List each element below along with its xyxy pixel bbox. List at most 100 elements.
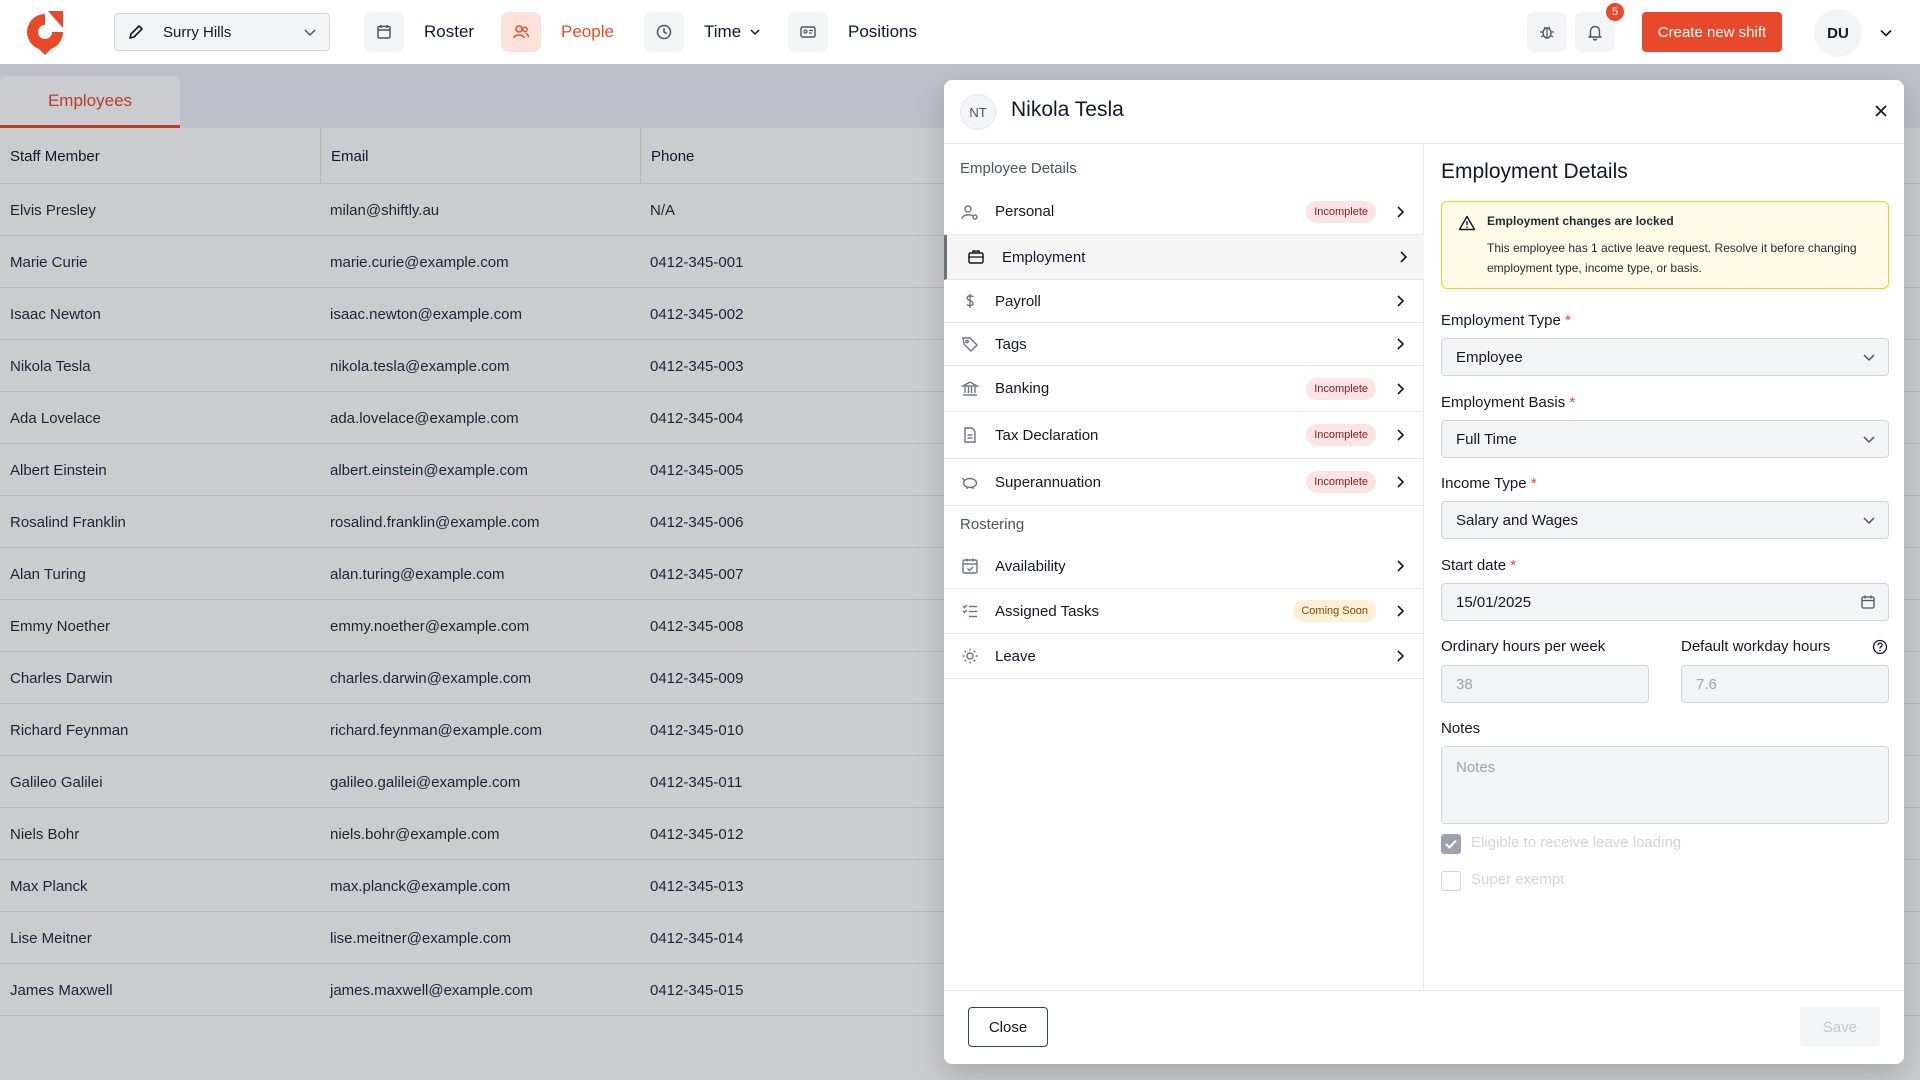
bug-icon bbox=[1540, 26, 1554, 39]
chevron-right-icon bbox=[1397, 205, 1405, 218]
calendar-icon bbox=[377, 25, 391, 39]
income-type-value: Salary and Wages bbox=[1456, 511, 1579, 529]
close-button[interactable]: Close bbox=[968, 1007, 1048, 1047]
bank-icon bbox=[960, 380, 980, 396]
people-icon bbox=[513, 25, 530, 39]
menu-item-assigned-tasks[interactable]: Assigned Tasks Coming Soon bbox=[944, 589, 1424, 634]
bug-report-button[interactable] bbox=[1527, 12, 1567, 52]
chevron-down-icon bbox=[1863, 436, 1875, 444]
income-type-select[interactable]: Salary and Wages bbox=[1441, 501, 1889, 539]
menu-item-banking[interactable]: Banking Incomplete bbox=[944, 366, 1424, 412]
chevron-right-icon bbox=[1397, 295, 1405, 307]
menu-item-employment[interactable]: Employment bbox=[944, 235, 1424, 280]
id-card-icon bbox=[800, 26, 816, 38]
menu-item-label: Tax Declaration bbox=[995, 426, 1099, 444]
menu-item-personal[interactable]: Personal Incomplete bbox=[944, 189, 1424, 235]
chevron-right-icon bbox=[1397, 429, 1405, 441]
check-icon bbox=[1445, 839, 1457, 849]
menu-item-payroll[interactable]: Payroll bbox=[944, 280, 1424, 323]
employee-details-heading: Employee Details bbox=[960, 160, 1077, 177]
chevron-right-icon bbox=[1397, 476, 1405, 488]
tag-icon bbox=[962, 337, 978, 352]
start-date-value: 15/01/2025 bbox=[1456, 593, 1532, 611]
nav-people[interactable]: People bbox=[501, 12, 614, 52]
menu-item-label: Personal bbox=[995, 203, 1055, 220]
chevron-right-icon bbox=[1400, 251, 1408, 263]
calendar-check-icon bbox=[962, 558, 978, 574]
super-exempt-checkbox[interactable] bbox=[1441, 871, 1461, 891]
menu-item-superannuation[interactable]: Superannuation Incomplete bbox=[944, 459, 1424, 506]
menu-item-leave[interactable]: Leave bbox=[944, 634, 1424, 679]
chevron-down-icon bbox=[304, 29, 316, 37]
ordinary-hours-input[interactable]: 38 bbox=[1441, 665, 1649, 703]
nav-positions-label: Positions bbox=[848, 22, 917, 41]
logo-icon[interactable] bbox=[24, 8, 66, 56]
user-avatar[interactable]: DU bbox=[1814, 9, 1862, 57]
status-badge: Incomplete bbox=[1306, 377, 1376, 400]
chevron-right-icon bbox=[1397, 605, 1405, 617]
calendar-icon[interactable] bbox=[1860, 594, 1876, 610]
menu-item-label: Availability bbox=[995, 557, 1066, 575]
employee-name: Nikola Tesla bbox=[1011, 98, 1124, 121]
notification-count-badge: 5 bbox=[1606, 3, 1624, 21]
help-icon[interactable] bbox=[1872, 639, 1888, 655]
chevron-down-icon[interactable] bbox=[1878, 25, 1894, 41]
chevron-down-icon bbox=[750, 29, 760, 36]
location-select[interactable]: Surry Hills bbox=[114, 13, 330, 51]
piggy-bank-icon bbox=[961, 477, 978, 489]
sun-icon bbox=[962, 648, 978, 664]
nav-people-label: People bbox=[561, 22, 614, 41]
briefcase-icon bbox=[968, 250, 984, 264]
employment-type-value: Employee bbox=[1456, 348, 1523, 366]
chevron-down-icon bbox=[1863, 517, 1875, 525]
employment-basis-label: Employment Basis * bbox=[1441, 394, 1576, 411]
nav-roster[interactable]: Roster bbox=[364, 12, 474, 52]
menu-item-tags[interactable]: Tags bbox=[944, 323, 1424, 366]
chevron-right-icon bbox=[1397, 338, 1405, 350]
start-date-label: Start date * bbox=[1441, 557, 1517, 574]
alert-title: Employment changes are locked bbox=[1487, 214, 1674, 228]
employee-details-nav: Employee Details Personal Incomplete Emplo… bbox=[944, 144, 1424, 990]
nav-time[interactable]: Time bbox=[644, 12, 761, 52]
notes-label: Notes bbox=[1441, 720, 1481, 737]
nav-positions[interactable]: Positions bbox=[788, 12, 917, 52]
leave-loading-checkbox[interactable] bbox=[1441, 834, 1461, 854]
employment-type-select[interactable]: Employee bbox=[1441, 338, 1889, 376]
status-badge: Incomplete bbox=[1306, 471, 1376, 493]
chevron-right-icon bbox=[1397, 650, 1405, 662]
nav-time-label: Time bbox=[704, 22, 742, 41]
employment-type-label: Employment Type * bbox=[1441, 312, 1571, 329]
status-badge: Incomplete bbox=[1306, 200, 1376, 223]
create-new-shift-button[interactable]: Create new shift bbox=[1642, 12, 1782, 52]
notes-textarea[interactable]: Notes bbox=[1441, 746, 1889, 824]
pencil-icon bbox=[129, 25, 143, 39]
modal-footer: Close Save bbox=[944, 990, 1904, 1064]
save-button[interactable]: Save bbox=[1800, 1007, 1880, 1047]
locked-alert: Employment changes are locked This emplo… bbox=[1441, 201, 1889, 289]
menu-item-label: Leave bbox=[995, 647, 1036, 665]
close-icon[interactable] bbox=[1872, 102, 1890, 120]
menu-item-label: Tags bbox=[995, 335, 1027, 353]
status-badge: Incomplete bbox=[1306, 424, 1376, 446]
menu-item-label: Employment bbox=[1002, 248, 1086, 266]
menu-item-tax-declaration[interactable]: Tax Declaration Incomplete bbox=[944, 412, 1424, 459]
status-badge: Coming Soon bbox=[1293, 600, 1376, 622]
document-icon bbox=[964, 427, 976, 443]
menu-item-availability[interactable]: Availability bbox=[944, 544, 1424, 589]
chevron-right-icon bbox=[1397, 560, 1405, 572]
user-settings-icon bbox=[961, 204, 978, 220]
employment-basis-select[interactable]: Full Time bbox=[1441, 420, 1889, 458]
chevron-down-icon bbox=[1863, 354, 1875, 362]
default-hours-input[interactable]: 7.6 bbox=[1681, 665, 1889, 703]
income-type-label: Income Type * bbox=[1441, 475, 1537, 492]
menu-item-label: Assigned Tasks bbox=[995, 602, 1099, 620]
menu-item-label: Superannuation bbox=[995, 473, 1101, 491]
employment-basis-value: Full Time bbox=[1456, 430, 1517, 448]
employee-avatar: NT bbox=[960, 94, 996, 130]
modal-header: NT Nikola Tesla bbox=[944, 80, 1904, 144]
top-navigation: Surry Hills Roster People Time Positions… bbox=[0, 0, 1920, 64]
start-date-input[interactable]: 15/01/2025 bbox=[1441, 583, 1889, 621]
leave-loading-label: Eligible to receive leave loading bbox=[1471, 834, 1682, 851]
ordinary-hours-label: Ordinary hours per week bbox=[1441, 638, 1606, 655]
super-exempt-label: Super exempt bbox=[1471, 871, 1565, 888]
